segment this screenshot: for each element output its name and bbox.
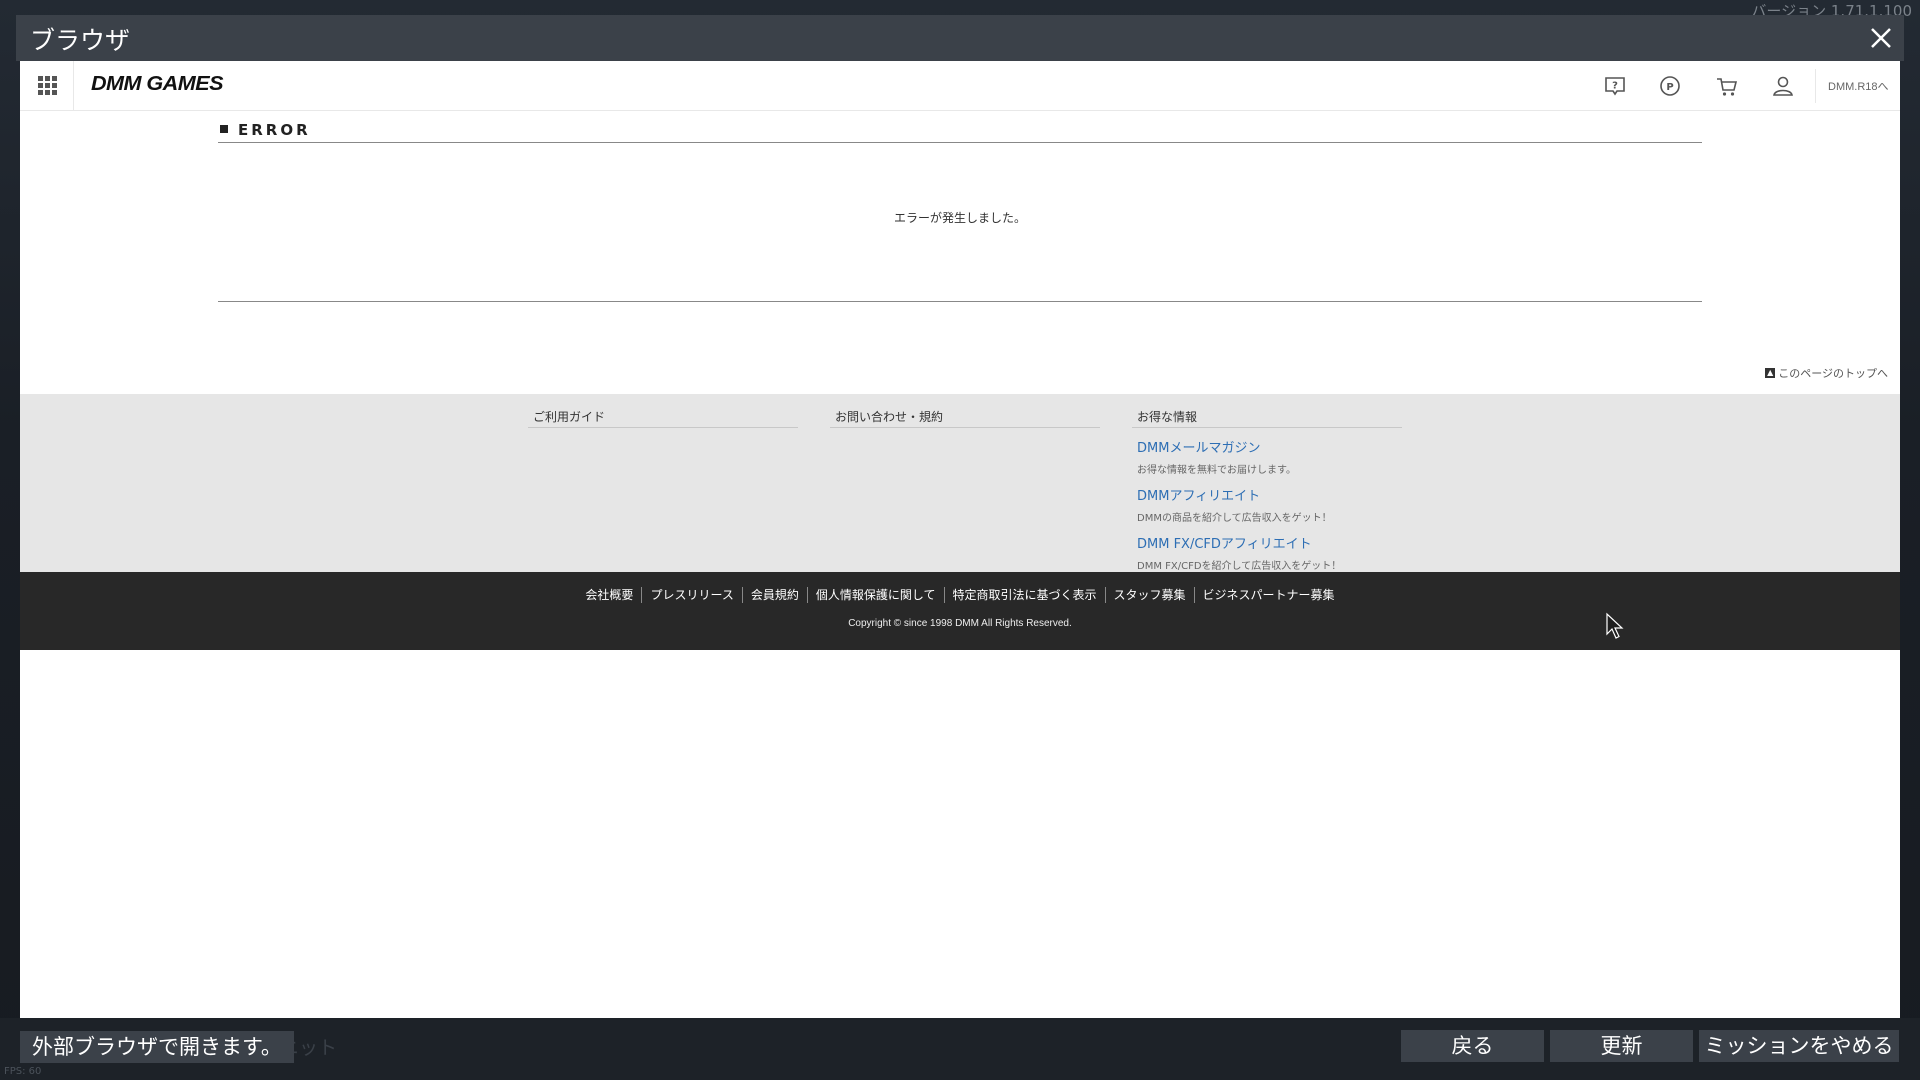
mail-magazine-link[interactable]: DMMメールマガジン bbox=[1137, 437, 1397, 456]
footer-column-deals: お得な情報 DMMメールマガジン お得な情報を無料でお届けします。 DMMアフィ… bbox=[1132, 408, 1402, 572]
footer-column-contact: お問い合わせ・規約 bbox=[830, 408, 1100, 428]
footer-deal-desc: DMMの商品を紹介して広告収入をゲット！ bbox=[1137, 513, 1332, 524]
header-divider-right bbox=[1815, 69, 1816, 103]
footer-deal-item: DMMメールマガジン お得な情報を無料でお届けします。 bbox=[1132, 437, 1402, 476]
browser-content: DMM GAMES ? P DMM.R18へ ERROR エラーが発生しました。… bbox=[20, 61, 1900, 1018]
page-top-link[interactable]: ▲ このページのトップへ bbox=[1765, 365, 1888, 381]
footer-deal-desc: お得な情報を無料でお届けします。 bbox=[1137, 465, 1296, 476]
svg-text:?: ? bbox=[1612, 81, 1618, 92]
footer-link-terms[interactable]: 会員規約 bbox=[741, 587, 807, 603]
footer-link-commerce-law[interactable]: 特定商取引法に基づく表示 bbox=[943, 587, 1105, 603]
apps-grid-icon[interactable] bbox=[38, 76, 57, 95]
fps-counter: FPS: 60 bbox=[4, 1066, 42, 1077]
footer-link-press[interactable]: プレスリリース bbox=[641, 587, 741, 603]
window-title: ブラウザ bbox=[30, 26, 131, 55]
close-icon bbox=[1871, 28, 1891, 48]
cart-icon[interactable] bbox=[1714, 73, 1740, 99]
point-icon[interactable]: P bbox=[1657, 73, 1683, 99]
refresh-button[interactable]: 更新 bbox=[1550, 1030, 1693, 1062]
affiliate-link[interactable]: DMMアフィリエイト bbox=[1137, 485, 1397, 504]
footer-info: ご利用ガイド お問い合わせ・規約 お得な情報 DMMメールマガジン お得な情報を… bbox=[20, 394, 1900, 572]
quit-mission-button[interactable]: ミッションをやめる bbox=[1699, 1030, 1899, 1062]
error-heading: ERROR bbox=[218, 119, 1702, 143]
footer-links: 会社概要 プレスリリース 会員規約 個人情報保護に関して 特定商取引法に基づく表… bbox=[20, 587, 1900, 603]
footer-link-recruit[interactable]: スタッフ募集 bbox=[1104, 587, 1194, 603]
error-title: ERROR bbox=[238, 121, 311, 139]
page-top-label: このページのトップへ bbox=[1778, 367, 1888, 380]
svg-text:P: P bbox=[1666, 82, 1673, 93]
footer-link-company[interactable]: 会社概要 bbox=[577, 587, 641, 603]
site-header: DMM GAMES ? P DMM.R18へ bbox=[20, 61, 1900, 111]
r18-link[interactable]: DMM.R18へ bbox=[1828, 78, 1889, 94]
help-icon[interactable]: ? bbox=[1602, 73, 1628, 99]
mouse-cursor-icon bbox=[1606, 612, 1624, 639]
fx-affiliate-link[interactable]: DMM FX/CFDアフィリエイト bbox=[1137, 533, 1397, 552]
footer-column-guide: ご利用ガイド bbox=[528, 408, 798, 428]
close-button[interactable] bbox=[1864, 21, 1898, 55]
footer-deal-item: DMMアフィリエイト DMMの商品を紹介して広告収入をゲット！ bbox=[1132, 485, 1402, 524]
header-divider bbox=[73, 61, 74, 111]
footer-column-title: お得な情報 bbox=[1132, 408, 1402, 428]
footer-link-business-partner[interactable]: ビジネスパートナー募集 bbox=[1193, 587, 1343, 603]
footer-deal-item: DMM FX/CFDアフィリエイト DMM FX/CFDを紹介して広告収入をゲッ… bbox=[1132, 533, 1402, 572]
footer-link-privacy[interactable]: 個人情報保護に関して bbox=[806, 587, 944, 603]
footer-column-title: お問い合わせ・規約 bbox=[830, 408, 1100, 428]
user-icon[interactable] bbox=[1770, 73, 1796, 99]
site-logo[interactable]: DMM GAMES bbox=[91, 73, 223, 96]
browser-window-titlebar: ブラウザ bbox=[16, 15, 1904, 61]
footer-column-title: ご利用ガイド bbox=[528, 408, 798, 428]
divider bbox=[218, 301, 1702, 302]
arrow-up-icon: ▲ bbox=[1765, 368, 1776, 378]
square-bullet-icon bbox=[220, 125, 228, 133]
error-message: エラーが発生しました。 bbox=[893, 211, 1026, 225]
back-button[interactable]: 戻る bbox=[1401, 1030, 1544, 1062]
footer-deal-desc: DMM FX/CFDを紹介して広告収入をゲット！ bbox=[1137, 561, 1342, 572]
external-browser-notice: 外部ブラウザで開きます。 bbox=[20, 1031, 294, 1063]
